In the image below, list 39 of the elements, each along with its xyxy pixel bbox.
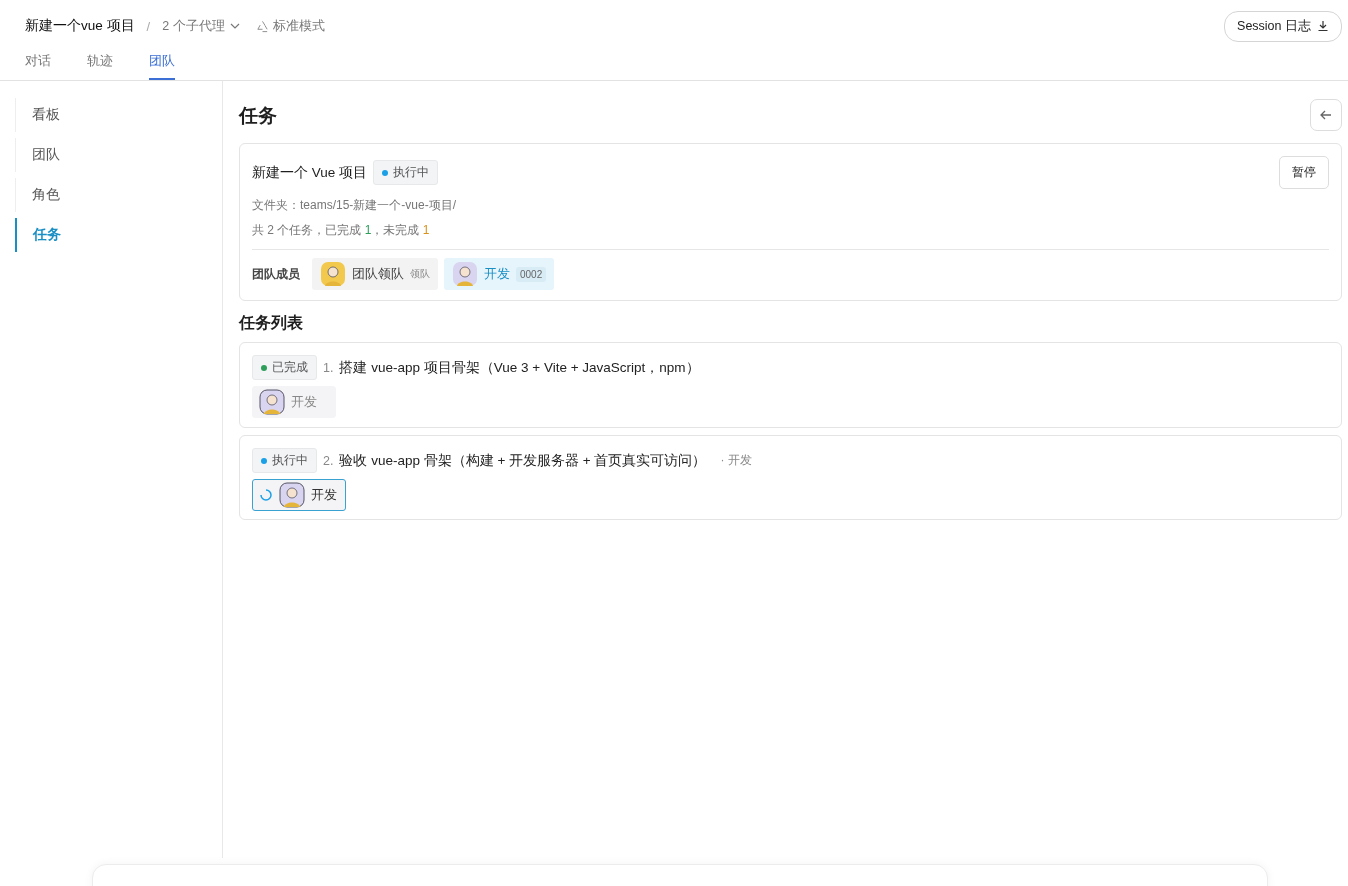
assignee-chip[interactable]: 开发 [252, 479, 346, 511]
section-heading: 任务列表 [239, 313, 304, 333]
page-heading: 任务 [239, 104, 277, 128]
task-title: 搭建 vue-app 项目骨架（Vue 3 + Vite + JavaScript，npm） [339, 358, 700, 377]
tab[interactable]: 轨迹 [87, 52, 113, 80]
task-owner: · 开发 [720, 452, 752, 469]
chevron-down-icon [229, 21, 240, 31]
sidebar-item[interactable]: 团队 [15, 138, 222, 172]
sidebar-item[interactable]: 角色 [15, 178, 222, 212]
project-name: 新建一个 Vue 项目 [252, 163, 368, 182]
task-summary: 共 2 个任务，已完成 1，未完成 1 [252, 222, 431, 239]
members-label: 团队成员 [252, 265, 300, 283]
status-label: 执行中 [272, 452, 308, 469]
folder-path: 文件夹：teams/15-新建一个-vue-项目/ [252, 197, 458, 214]
session-log-button[interactable]: Session 日志 [1224, 10, 1342, 42]
spinner-icon [259, 488, 273, 502]
task-number: 2. [323, 453, 334, 468]
back-arrow-icon [1319, 108, 1333, 122]
breadcrumb-separator: / [146, 18, 151, 34]
mode-label: 标准模式 [272, 17, 325, 35]
task-number: 1. [323, 360, 334, 375]
project-title: 新建一个vue 项目 [25, 17, 135, 35]
status-label: 已完成 [272, 359, 308, 376]
tab[interactable]: 对话 [25, 52, 51, 80]
status-label: 执行中 [393, 164, 430, 181]
member-chip[interactable]: 开发 0002 [444, 258, 555, 290]
sidebar-item[interactable]: 任务 [15, 218, 222, 252]
download-icon [1317, 20, 1329, 32]
task-title: 验收 vue-app 骨架（构建 + 开发服务器 + 首页真实可访问） [339, 451, 707, 470]
avatar-icon [320, 261, 346, 287]
avatar-icon [279, 482, 305, 508]
tab[interactable]: 团队 [149, 52, 175, 80]
member-chip[interactable]: 团队领队 领队 [312, 258, 438, 290]
avatar-icon [259, 389, 285, 415]
sidebar-item[interactable]: 看板 [15, 98, 222, 132]
agents-dropdown[interactable]: 2 个子代理 [162, 17, 240, 35]
avatar-icon [452, 261, 478, 287]
pause-button[interactable]: 暂停 [1279, 156, 1329, 189]
back-button[interactable] [1310, 99, 1342, 131]
